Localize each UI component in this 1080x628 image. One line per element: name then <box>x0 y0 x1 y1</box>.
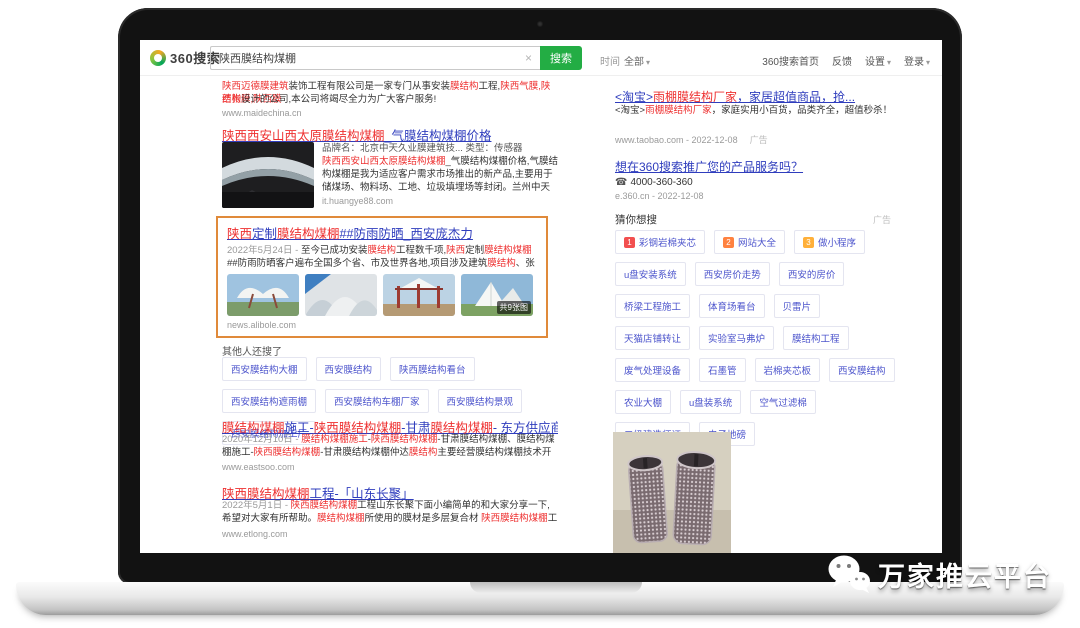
guess-tag[interactable]: 岩棉夹芯板 <box>755 358 821 382</box>
result-thumbnail[interactable] <box>305 274 377 316</box>
clear-icon[interactable]: × <box>525 51 532 65</box>
result-thumbnail[interactable] <box>383 274 455 316</box>
ad-result-snippet: <淘宝>雨棚膜结构厂家，家庭实用小百货，品类齐全，超值秒杀！ <box>615 104 895 117</box>
guess-tag[interactable]: 石墨管 <box>699 358 746 382</box>
result-snippet: 2022年5月1日 - 陕西膜结构煤棚工程山东长聚下面小编简单的和大家分享一下,… <box>222 499 558 525</box>
chevron-down-icon: ▾ <box>926 58 930 67</box>
related-search-tag[interactable]: 西安膜结构景观 <box>438 389 523 413</box>
promo-url: e.360.cn - 2022-12-08 <box>615 191 704 201</box>
mesh-filter-tubes-photo <box>613 432 731 553</box>
360-logo-icon <box>150 50 166 66</box>
guess-tag[interactable]: 桥梁工程施工 <box>615 294 690 318</box>
related-searches-label: 其他人还搜了 <box>222 343 282 358</box>
nav-home-link[interactable]: 360搜索首页 <box>762 53 819 68</box>
related-search-tag[interactable]: 西安膜结构 <box>316 357 382 381</box>
result-url: www.maidechina.cn <box>222 108 302 118</box>
rank-badge: 3 <box>803 237 814 248</box>
guess-tag[interactable]: 废气处理设备 <box>615 358 690 382</box>
result-date: 2022年5月1日 - <box>222 500 291 511</box>
chevron-down-icon: ▾ <box>887 58 891 67</box>
result-snippet: 2022年5月24日 - 至今已成功安装膜结构工程数千项,陕西定制膜结构煤棚##… <box>227 244 537 270</box>
guess-tag[interactable]: 2网站大全 <box>714 230 785 254</box>
promo-result-title[interactable]: 想在360搜索推广您的产品服务吗？ <box>615 158 900 175</box>
guess-tags: 1彩钢岩棉夹芯 2网站大全 3做小程序 u盘安装系统西安房价走势西安的房价桥梁工程施工… <box>615 230 905 454</box>
browser-screen: 360搜索 陕西膜结构煤棚 × 搜索 时间全部▾ 360搜索首页 反馈 设置▾ … <box>140 40 942 553</box>
search-result: 品牌名：北京中天久业膜建筑技... 类型：传感器 陕西西安山西太原膜结构煤棚_气… <box>222 142 558 208</box>
result-date: 2020年12月10日 - <box>222 434 301 445</box>
result-url: it.huangye88.com <box>322 196 558 206</box>
nav-settings-menu[interactable]: 设置▾ <box>865 53 891 68</box>
guess-tag[interactable]: 3做小程序 <box>794 230 865 254</box>
chevron-down-icon: ▾ <box>646 58 650 67</box>
result-url: news.alibole.com <box>227 320 537 330</box>
guess-tag[interactable]: 实验室马弗炉 <box>699 326 774 350</box>
result-date: 2022年5月24日 - <box>227 245 301 256</box>
related-search-tag[interactable]: 陕西膜结构看台 <box>390 357 475 381</box>
highlighted-result-box: 陕西定制膜结构煤棚##防雨防晒_西安庞杰力 2022年5月24日 - 至今已成功… <box>216 216 548 338</box>
guess-tag[interactable]: 西安的房价 <box>779 262 845 286</box>
result-thumbnail[interactable] <box>222 142 314 208</box>
page: 360搜索 陕西膜结构煤棚 × 搜索 时间全部▾ 360搜索首页 反馈 设置▾ … <box>0 0 1080 628</box>
guess-tag[interactable]: 西安膜结构 <box>829 358 895 382</box>
result-thumbnail[interactable]: 共9张图 <box>461 274 533 316</box>
photo-count-badge: 共9张图 <box>497 301 531 314</box>
result-thumbnail-row: 共9张图 <box>227 274 537 316</box>
search-query-text: 陕西膜结构煤棚 <box>219 50 525 66</box>
guess-section-title: 猜你想搜 <box>615 212 657 227</box>
result-text: 品牌名：北京中天久业膜建筑技... 类型：传感器 陕西西安山西太原膜结构煤棚_气… <box>322 142 558 208</box>
top-nav: 360搜索首页 反馈 设置▾ 登录▾ <box>762 53 930 68</box>
result-snippet: 陕西西安山西太原膜结构煤棚_气膜结构煤棚价格,气膜结构煤棚是我为适应客户需求市场… <box>322 155 558 194</box>
search-button[interactable]: 搜索 <box>540 46 582 70</box>
coal-shed-photo <box>222 142 314 208</box>
wechat-icon <box>826 553 872 595</box>
related-search-tag[interactable]: 西安膜结构大棚 <box>222 357 307 381</box>
guess-tag[interactable]: 贝雷片 <box>774 294 821 318</box>
result-url: www.eastsoo.com <box>222 462 295 472</box>
result-thumbnail[interactable] <box>227 274 299 316</box>
time-filter-label: 时间 <box>600 57 620 68</box>
guess-tag[interactable]: u盘安装系统 <box>615 262 686 286</box>
guess-tag[interactable]: 西安房价走势 <box>695 262 770 286</box>
rank-badge: 2 <box>723 237 734 248</box>
promo-phone: ☎4000-360-360 <box>615 177 693 188</box>
rank-badge: 1 <box>624 237 635 248</box>
ad-label: 广告 <box>873 213 891 226</box>
result-url: www.etlong.com <box>222 529 288 539</box>
product-photo[interactable] <box>613 432 731 553</box>
related-search-tag[interactable]: 西安膜结构车棚厂家 <box>325 389 429 413</box>
guess-tag[interactable]: 农业大棚 <box>615 390 671 414</box>
guess-tag[interactable]: 膜结构工程 <box>783 326 849 350</box>
result-meta: 品牌名：北京中天久业膜建筑技... 类型：传感器 <box>322 142 558 155</box>
nav-feedback-link[interactable]: 反馈 <box>832 53 852 68</box>
ad-result-title[interactable]: <淘宝>雨棚膜结构厂家，家居超值商品，抢... <box>615 88 900 105</box>
result-snippet-partial-2: 结构设计的公司,本公司将竭尽全力为广大客户服务! <box>222 93 558 106</box>
laptop-base-notch <box>470 582 642 593</box>
result-title[interactable]: 陕西定制膜结构煤棚##防雨防晒_西安庞杰力 <box>227 223 537 242</box>
ad-label: 广告 <box>750 135 768 145</box>
watermark-text: 万家推云平台 <box>878 555 1052 594</box>
search-input[interactable]: 陕西膜结构煤棚 × <box>210 46 540 70</box>
search-header: 360搜索 陕西膜结构煤棚 × 搜索 时间全部▾ 360搜索首页 反馈 设置▾ … <box>140 40 942 76</box>
guess-tag[interactable]: 天猫店铺转让 <box>615 326 690 350</box>
laptop-camera-icon <box>537 21 543 27</box>
watermark: 万家推云平台 <box>826 553 1052 595</box>
nav-login-menu[interactable]: 登录▾ <box>904 53 930 68</box>
phone-icon: ☎ <box>615 177 627 188</box>
guess-tag[interactable]: u盘装系统 <box>680 390 741 414</box>
result-snippet: 2020年12月10日 - 膜结构煤棚施工-陕西膜结构煤棚-甘肃膜结构煤棚、膜结… <box>222 433 558 459</box>
time-filter-value: 全部 <box>624 57 644 68</box>
guess-tag[interactable]: 空气过滤棉 <box>750 390 816 414</box>
guess-tag[interactable]: 1彩钢岩棉夹芯 <box>615 230 705 254</box>
ad-result-url: www.taobao.com - 2022-12-08广告 <box>615 133 768 146</box>
related-search-tag[interactable]: 西安膜结构遮雨棚 <box>222 389 316 413</box>
time-filter-dropdown[interactable]: 时间全部▾ <box>600 53 650 68</box>
guess-tag[interactable]: 体育场看台 <box>699 294 765 318</box>
